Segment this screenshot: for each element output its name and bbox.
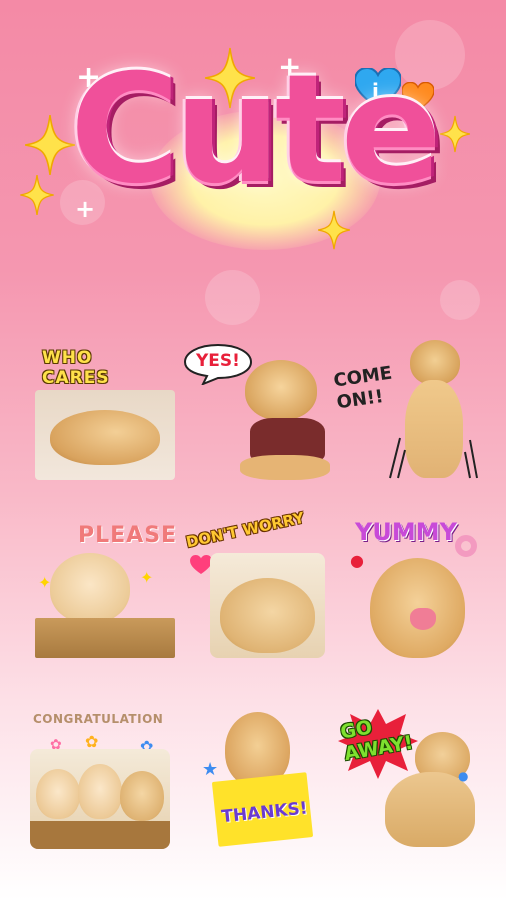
sticker-grid: WHO CARES YES! COME ON!! PLEASE ✦ ✦ DON'… [0, 335, 506, 855]
sticker-caption: CONGRATULATION [33, 712, 164, 726]
puppy-icon [78, 764, 122, 819]
puppy-icon [410, 340, 460, 385]
puppy-paws [240, 455, 330, 480]
wooden-box [35, 618, 175, 658]
star-icon: ★ [202, 759, 219, 780]
sticker-please[interactable]: PLEASE ✦ ✦ [30, 513, 180, 663]
header-banner: + + + + i Cute [0, 0, 506, 300]
puppy-lying-photo [35, 390, 175, 480]
sticker-caption: DON'T WORRY [184, 508, 306, 552]
puppy-icon [50, 553, 130, 623]
heart-icon [190, 555, 212, 575]
puppy-icon [50, 410, 160, 465]
sticker-caption: YES! [196, 351, 240, 371]
tear-icon: ● [458, 769, 469, 783]
sticker-come-on[interactable]: COME ON!! [330, 340, 480, 490]
sticker-caption: THANKS! [220, 798, 309, 828]
sticker-caption: PLEASE [78, 523, 178, 548]
puppy-icon [220, 578, 315, 653]
sticker-congratulation[interactable]: CONGRATULATION ✿ ✿ ✿ [25, 707, 175, 857]
puppy-icon [120, 771, 164, 821]
motion-lines-icon [389, 437, 478, 479]
sticker-caption: YUMMY [355, 518, 458, 546]
puppy-icon [245, 360, 317, 420]
tongue-icon [410, 608, 436, 630]
puppy-body [385, 772, 475, 847]
puppies-hugging-photo [210, 553, 325, 658]
puppy-icon [36, 769, 80, 819]
sticker-caption: COME ON!! [332, 362, 394, 414]
sticker-yes[interactable]: YES! [180, 340, 330, 490]
thanks-sign: THANKS! [211, 772, 314, 847]
sparkle-icon: ✦ [140, 568, 154, 587]
sticker-dont-worry[interactable]: DON'T WORRY [180, 509, 330, 663]
page-title: Cute [69, 43, 442, 217]
wooden-box [30, 821, 170, 849]
three-puppies-photo [30, 749, 170, 849]
sticker-yummy[interactable]: YUMMY ● [330, 513, 480, 663]
sparkle-icon: ✦ [38, 573, 52, 592]
sticker-who-cares[interactable]: WHO CARES [30, 340, 180, 490]
sticker-go-away[interactable]: GO AWAY! ● [330, 707, 480, 857]
donut-icon [455, 535, 477, 557]
sticker-caption: WHO CARES [42, 348, 110, 388]
strawberry-icon: ● [350, 551, 364, 570]
sticker-thanks[interactable]: THANKS! ★ [180, 707, 330, 857]
